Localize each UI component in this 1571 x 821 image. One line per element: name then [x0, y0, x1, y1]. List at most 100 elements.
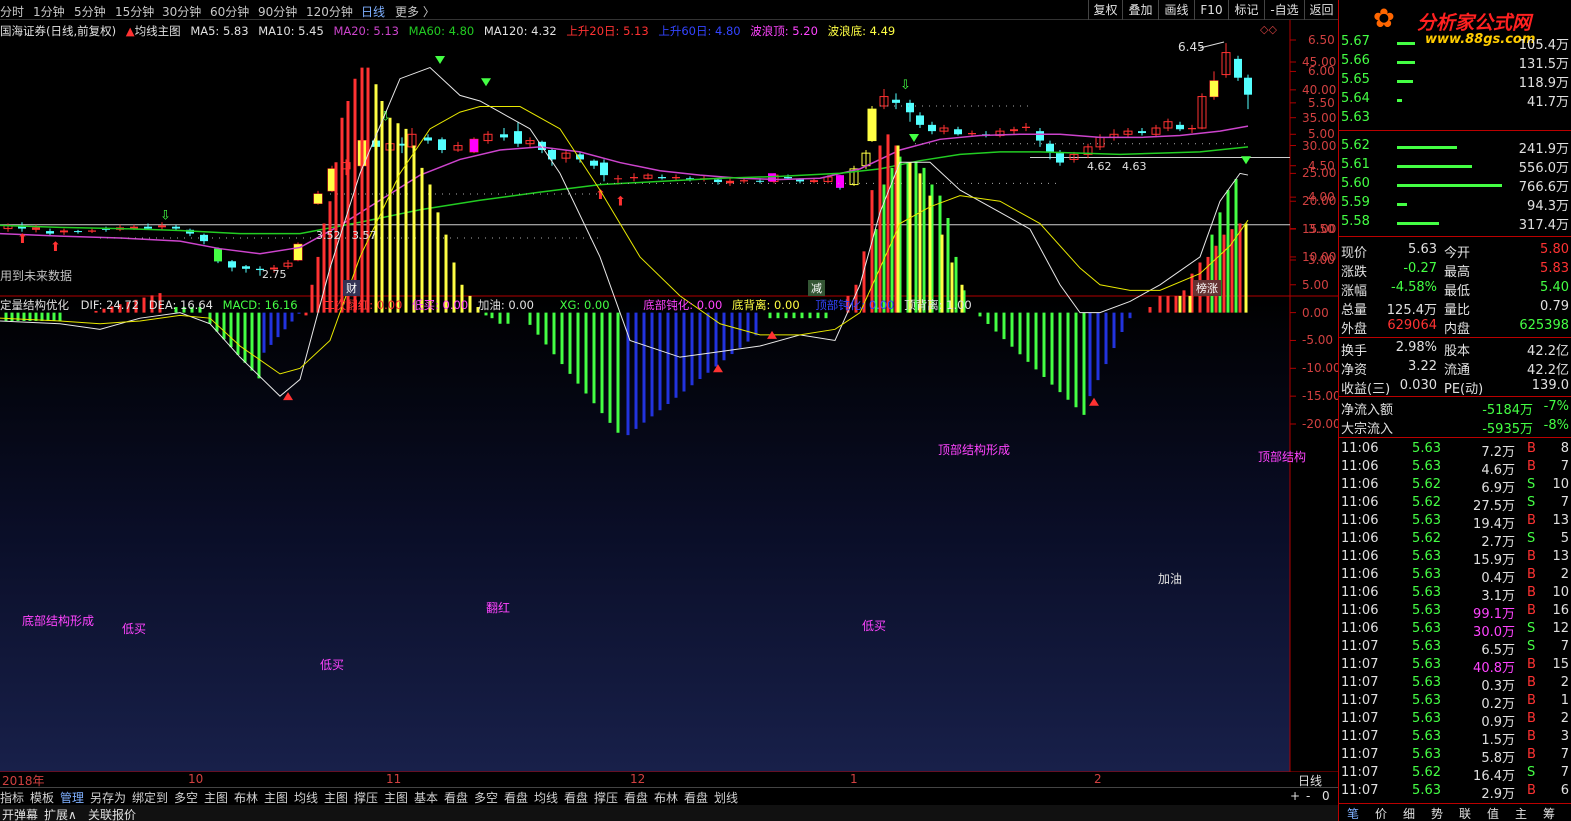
- reset-button[interactable]: 0: [1322, 789, 1330, 803]
- indicator-tab[interactable]: 主图: [384, 789, 408, 806]
- panel-tab[interactable]: 联: [1459, 805, 1471, 821]
- cell: B: [1527, 783, 1536, 798]
- volume-bar: [1397, 184, 1502, 187]
- candle-body: [740, 180, 748, 182]
- indicator-tab[interactable]: 管理: [60, 789, 84, 806]
- danmaku-button[interactable]: 开弹幕: [2, 806, 38, 821]
- indicator-tab[interactable]: 基本: [414, 789, 438, 806]
- divider: [1339, 236, 1571, 237]
- indicator-tab[interactable]: 布林: [654, 789, 678, 806]
- indicator-tab[interactable]: 看盘: [624, 789, 648, 806]
- highlight-candle: [1210, 80, 1218, 97]
- indicator-tab[interactable]: 主图: [324, 789, 348, 806]
- indicator-tab[interactable]: 另存为: [90, 789, 126, 806]
- finance-mark[interactable]: 财: [343, 280, 360, 296]
- indicator-tab[interactable]: 主图: [264, 789, 288, 806]
- cell: 105.4万: [1518, 38, 1569, 53]
- f10-button[interactable]: F10: [1194, 0, 1228, 20]
- cell: 5.63: [1412, 711, 1441, 726]
- cell: 5.63: [1412, 549, 1441, 564]
- candle-body: [200, 234, 208, 242]
- panel-tab[interactable]: 笔: [1347, 805, 1359, 821]
- panel-tab[interactable]: 势: [1431, 805, 1443, 821]
- panel-tab[interactable]: 细: [1403, 805, 1415, 821]
- back-button[interactable]: 返回: [1304, 0, 1338, 20]
- cell: 8: [1560, 441, 1569, 456]
- indicator-tab[interactable]: 撑压: [594, 789, 618, 806]
- indicator-tab[interactable]: 均线: [294, 789, 318, 806]
- indicator-tab[interactable]: 看盘: [564, 789, 588, 806]
- cell: 5.61: [1341, 157, 1370, 172]
- cell: B: [1527, 567, 1536, 582]
- low-buy-label: 低买: [122, 622, 147, 636]
- candle-body: [590, 160, 598, 166]
- flow-row: 大宗流入 -5935万 -8%: [1341, 418, 1569, 437]
- period-tab[interactable]: 30分钟: [162, 3, 201, 20]
- related-quotes-button[interactable]: 关联报价: [88, 806, 136, 821]
- cell: 5: [1560, 531, 1569, 546]
- indicator-tab[interactable]: 主图: [204, 789, 228, 806]
- indicator-tab[interactable]: 划线: [714, 789, 738, 806]
- reduce-mark[interactable]: 减: [808, 280, 825, 296]
- divider: [1339, 396, 1571, 397]
- cell: 5.63: [1412, 603, 1441, 618]
- top-list-mark[interactable]: 榜涨: [1193, 280, 1221, 296]
- period-tab-active[interactable]: 日线: [361, 3, 385, 20]
- tick-row: 11:06 5.63 4.6万 B 7: [1341, 459, 1569, 478]
- indicator-legend: 定量结构优化 DIF: 24.72 DEA: 16.64 MACD: 16.16…: [0, 297, 972, 313]
- indicator-tab[interactable]: 多空: [174, 789, 198, 806]
- candle-body: [242, 266, 250, 269]
- fuquan-button[interactable]: 复权: [1088, 0, 1122, 20]
- more-periods-button[interactable]: 更多 〉: [395, 3, 435, 20]
- indicator-tab[interactable]: 布林: [234, 789, 258, 806]
- cell: 11:07: [1341, 729, 1379, 744]
- panel-tab[interactable]: 筹: [1543, 805, 1555, 821]
- cell: -5935万: [1482, 422, 1533, 437]
- period-tab[interactable]: 90分钟: [258, 3, 297, 20]
- expand-button[interactable]: 扩展∧: [44, 806, 77, 821]
- top-structure-label: 顶部结构: [1258, 450, 1307, 464]
- cell: 30.0万: [1473, 625, 1515, 640]
- period-tab[interactable]: 分时: [0, 3, 24, 20]
- indicator-tab[interactable]: 指标: [0, 789, 24, 806]
- indicator-tick: 40.00: [1302, 82, 1337, 97]
- panel-tab[interactable]: 价: [1375, 805, 1387, 821]
- chart-canvas[interactable]: ⬆⬆⇩⇩⇩⬆ ⬆: [0, 20, 1338, 772]
- indicator-tab[interactable]: 看盘: [504, 789, 528, 806]
- cell: 5.62: [1412, 531, 1441, 546]
- indicator-tab[interactable]: 多空: [474, 789, 498, 806]
- indicator-tab[interactable]: 均线: [534, 789, 558, 806]
- period-tab[interactable]: 5分钟: [74, 3, 106, 20]
- cell: B: [1527, 747, 1536, 762]
- zoom-in-button[interactable]: +: [1290, 789, 1300, 803]
- cell: -5184万: [1482, 403, 1533, 418]
- bottom-structure-label: 底部结构形成: [22, 614, 95, 628]
- mark-button[interactable]: 标记: [1228, 0, 1264, 20]
- top-signal-triangle: [1241, 156, 1251, 165]
- highlight-candle: [836, 175, 844, 188]
- indicator-tab[interactable]: 撑压: [354, 789, 378, 806]
- period-tab[interactable]: 60分钟: [210, 3, 249, 20]
- cell: 5.67: [1341, 34, 1370, 49]
- indicator-tab[interactable]: 看盘: [684, 789, 708, 806]
- panel-tab[interactable]: 主: [1515, 805, 1527, 821]
- overlay-button[interactable]: 叠加: [1122, 0, 1158, 20]
- zoom-out-button[interactable]: -: [1306, 789, 1310, 803]
- draw-button[interactable]: 画线: [1158, 0, 1194, 20]
- cell: 5.63: [1412, 459, 1441, 474]
- candle-body: [1056, 153, 1064, 163]
- indicator-tab[interactable]: 模板: [30, 789, 54, 806]
- period-tab[interactable]: 1分钟: [33, 3, 65, 20]
- indicator-tab[interactable]: 绑定到: [132, 789, 168, 806]
- cell: 5.65: [1341, 72, 1370, 87]
- period-tab[interactable]: 120分钟: [306, 3, 353, 20]
- indicator-tab[interactable]: 看盘: [444, 789, 468, 806]
- stat-row: 净资 3.22 流通 42.2亿: [1341, 359, 1569, 378]
- add-watchlist-button[interactable]: -自选: [1264, 0, 1304, 20]
- candle-body: [1022, 126, 1030, 128]
- cell: 7: [1560, 747, 1569, 762]
- period-tab[interactable]: 15分钟: [115, 3, 154, 20]
- stock-name: 国海证券(日线,前复权): [0, 24, 117, 38]
- highlight-candle: [314, 194, 322, 204]
- panel-tab[interactable]: 值: [1487, 805, 1499, 821]
